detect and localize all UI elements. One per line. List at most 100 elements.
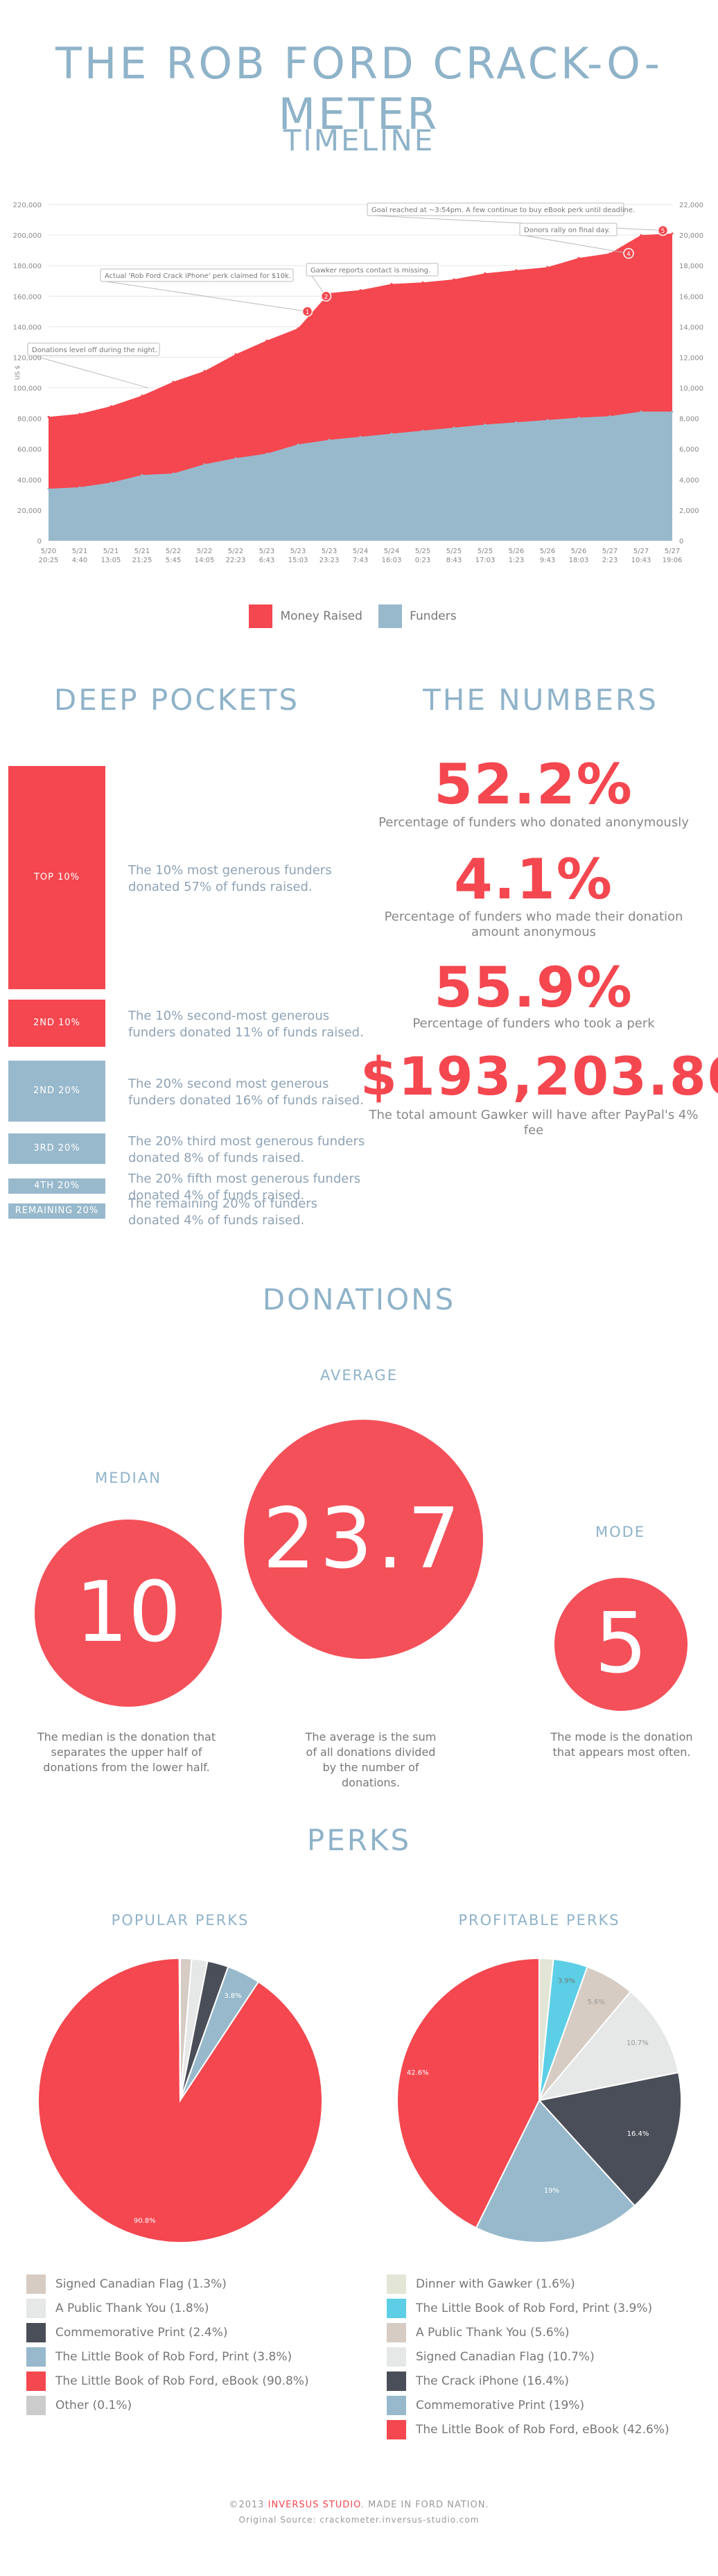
stat-amount-anon-value: 4.1%: [454, 847, 613, 912]
money-point: [671, 232, 674, 235]
pie-legend-swatch: [26, 2372, 46, 2391]
deep-pockets-heading: DEEP POCKETS: [53, 683, 300, 717]
x-tick-time: 14:05: [195, 557, 215, 564]
y-tick-label: 140,000: [13, 324, 42, 331]
x-tick-time: 1:23: [509, 557, 524, 564]
x-tick-time: 5:45: [166, 557, 181, 564]
timeline-legend: Money Raised Funders: [0, 604, 718, 628]
annotation-text: Actual 'Rob Ford Crack iPhone' perk clai…: [105, 272, 291, 280]
funders-point: [297, 443, 299, 446]
annotation-text: Donors rally on final day.: [524, 227, 610, 234]
pie-legend-label: The Little Book of Rob Ford, eBook (90.8…: [55, 2374, 309, 2388]
stat-anonymous-desc: Percentage of funders who donated anonym…: [378, 815, 689, 830]
pie-legend-label: The Crack iPhone (16.4%): [416, 2374, 569, 2388]
legend-swatch-funders: [378, 604, 403, 628]
y-tick-label: 160,000: [13, 293, 42, 301]
footer-year: ©2013: [229, 2500, 265, 2510]
funders-point: [640, 410, 642, 413]
x-tick-time: 7:43: [353, 557, 368, 564]
money-point: [78, 412, 81, 415]
footer-studio-link[interactable]: INVERSUS STUDIO: [268, 2500, 361, 2510]
funders-point: [515, 421, 518, 424]
x-tick-time: 18:03: [569, 557, 589, 564]
numbers-heading: THE NUMBERS: [423, 683, 658, 717]
y2-tick-label: 20,000: [679, 232, 703, 240]
x-tick-time: 21:25: [132, 557, 152, 564]
annotation-text: Gawker reports contact is missing.: [310, 267, 430, 275]
x-tick-date: 5/24: [353, 548, 368, 555]
y2-tick-label: 12,000: [679, 354, 703, 362]
annotation-text: Goal reached at ~3:54pm. A few continue …: [371, 207, 635, 214]
x-tick-date: 5/20: [41, 548, 56, 555]
mode-label: MODE: [595, 1524, 646, 1540]
money-point: [172, 381, 175, 383]
footer-tagline: . MADE IN FORD NATION.: [360, 2500, 489, 2510]
x-tick-date: 5/27: [633, 548, 649, 555]
x-tick-date: 5/23: [290, 548, 306, 555]
x-tick-date: 5/27: [602, 548, 618, 555]
y2-tick-label: 18,000: [679, 263, 703, 270]
pie-legend-item: Dinner with Gawker (1.6%): [387, 2274, 706, 2298]
x-tick-time: 15:03: [288, 557, 308, 564]
x-tick-date: 5/26: [509, 548, 524, 555]
pie-legend-item: The Little Book of Rob Ford, Print (3.9%…: [387, 2298, 706, 2322]
money-point: [141, 394, 143, 397]
x-tick-date: 5/21: [103, 548, 119, 555]
funders-point: [577, 417, 580, 419]
y-tick-label: 80,000: [17, 416, 42, 424]
y-tick-label: 100,000: [13, 385, 42, 393]
funders-point: [203, 463, 206, 466]
pie-legend-item: The Little Book of Rob Ford, Print (3.8%…: [26, 2347, 345, 2371]
money-point: [110, 405, 112, 408]
x-tick-date: 5/22: [197, 548, 212, 555]
average-label: AVERAGE: [320, 1367, 398, 1384]
pocket-bar: 2ND 10%: [8, 1000, 105, 1047]
x-tick-date: 5/22: [228, 548, 243, 555]
x-tick-date: 5/26: [540, 548, 555, 555]
pie-legend-swatch: [387, 2323, 406, 2342]
x-tick-time: 10:43: [631, 557, 651, 564]
pie-legend-item: Signed Canadian Flag (10.7%): [387, 2347, 706, 2371]
pie-legend-swatch: [387, 2347, 406, 2367]
x-tick-time: 6:43: [259, 557, 274, 564]
stat-perk-desc: Percentage of funders who took a perk: [412, 1016, 655, 1031]
money-point: [608, 252, 611, 255]
money-point: [577, 256, 580, 259]
footer-source: Original Source: crackometer.inversus-st…: [238, 2515, 480, 2525]
funders-point: [453, 426, 455, 429]
y-axis-label: US $: [15, 365, 21, 380]
annotation-marker-label: 4: [627, 251, 631, 258]
money-point: [515, 269, 518, 272]
funders-point: [421, 429, 424, 432]
funders-point: [110, 481, 112, 484]
x-tick-time: 8:43: [446, 557, 462, 564]
x-tick-time: 2:23: [602, 557, 618, 564]
money-point: [390, 283, 393, 286]
average-desc: The average is the sum of all donations …: [305, 1730, 437, 1789]
pocket-bar: TOP 10%: [8, 766, 105, 989]
profitable-perks-legend: Dinner with Gawker (1.6%) The Little Book…: [387, 2274, 706, 2444]
x-tick-date: 5/21: [134, 548, 150, 555]
x-tick-date: 5/25: [478, 548, 493, 555]
pie-legend-label: Dinner with Gawker (1.6%): [416, 2277, 575, 2291]
money-point: [421, 281, 424, 284]
funders-point: [141, 473, 143, 476]
legend-money-raised: Money Raised: [280, 609, 362, 623]
x-tick-time: 9:43: [540, 557, 555, 564]
x-tick-date: 5/24: [384, 548, 399, 555]
pie-data-label: 90.8%: [134, 2218, 156, 2225]
pie-legend-item: The Crack iPhone (16.4%): [387, 2371, 706, 2395]
funders-point: [608, 415, 611, 417]
timeline-chart: 0 20,000 40,000 60,000 80,000 100,000 1 20,000 1…: [13, 202, 703, 564]
y2-tick-label: 16,000: [679, 293, 703, 301]
y-tick-label: 220,000: [13, 202, 42, 209]
pie-legend-swatch: [26, 2323, 46, 2342]
mode-circle: 5: [554, 1578, 688, 1711]
x-tick-time: 4:40: [72, 557, 87, 564]
pie-legend-swatch: [387, 2372, 406, 2391]
money-point: [47, 415, 50, 418]
timeline-heading: TIMELINE: [283, 123, 435, 157]
annotation-marker-label: 2: [324, 294, 329, 301]
funders-point: [265, 452, 268, 455]
mode-desc: The mode is the donation that appears mo…: [550, 1730, 693, 1759]
